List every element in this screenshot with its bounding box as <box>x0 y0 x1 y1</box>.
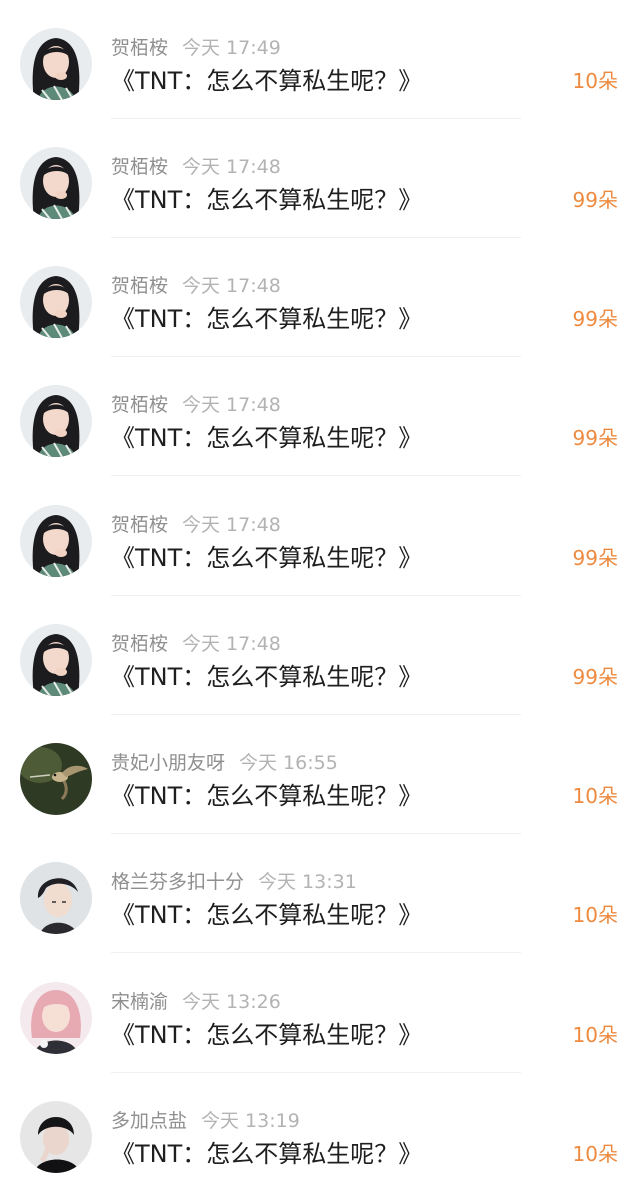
username[interactable]: 贺栢桉 <box>111 37 168 59</box>
comment-text: 《TNT：怎么不算私生呢？》 <box>111 186 423 214</box>
username[interactable]: 多加点盐 <box>111 1110 187 1132</box>
girl-avatar-icon <box>20 385 92 457</box>
avatar[interactable] <box>20 982 92 1054</box>
list-item[interactable]: 贺栢桉 今天 17:49 《TNT：怎么不算私生呢？》 10朵 <box>0 0 640 119</box>
username[interactable]: 格兰芬多扣十分 <box>111 871 244 893</box>
username[interactable]: 贺栢桉 <box>111 514 168 536</box>
divider <box>111 952 521 953</box>
list-item[interactable]: 贺栢桉 今天 17:48 《TNT：怎么不算私生呢？》 99朵 <box>0 357 640 476</box>
boy-dark-avatar-icon <box>20 1101 92 1173</box>
girl-avatar-icon <box>20 147 92 219</box>
boy-avatar-icon <box>20 862 92 934</box>
gift-count: 99朵 <box>572 307 618 331</box>
timestamp: 今天 13:26 <box>182 991 281 1013</box>
avatar[interactable] <box>20 28 92 100</box>
username[interactable]: 贺栢桉 <box>111 394 168 416</box>
list-item[interactable]: 贵妃小朋友呀 今天 16:55 《TNT：怎么不算私生呢？》 10朵 <box>0 715 640 834</box>
hummingbird-avatar-icon <box>20 743 92 815</box>
list-item[interactable]: 宋楠渝 今天 13:26 《TNT：怎么不算私生呢？》 10朵 <box>0 954 640 1073</box>
timestamp: 今天 17:48 <box>182 156 281 178</box>
pink-hair-avatar-icon <box>20 982 92 1054</box>
gift-count: 10朵 <box>572 69 618 93</box>
gift-count: 10朵 <box>572 1142 618 1166</box>
avatar[interactable] <box>20 1101 92 1173</box>
list-item[interactable]: 贺栢桉 今天 17:48 《TNT：怎么不算私生呢？》 99朵 <box>0 119 640 238</box>
list-item[interactable]: 贺栢桉 今天 17:48 《TNT：怎么不算私生呢？》 99朵 <box>0 596 640 715</box>
timestamp: 今天 17:49 <box>182 37 281 59</box>
gift-count: 10朵 <box>572 784 618 808</box>
comment-text: 《TNT：怎么不算私生呢？》 <box>111 901 423 929</box>
divider <box>111 475 521 476</box>
gift-count: 99朵 <box>572 188 618 212</box>
gift-count: 99朵 <box>572 426 618 450</box>
girl-avatar-icon <box>20 28 92 100</box>
comment-text: 《TNT：怎么不算私生呢？》 <box>111 67 423 95</box>
username[interactable]: 贺栢桉 <box>111 275 168 297</box>
username[interactable]: 宋楠渝 <box>111 991 168 1013</box>
avatar[interactable] <box>20 147 92 219</box>
timestamp: 今天 16:55 <box>239 752 338 774</box>
timestamp: 今天 17:48 <box>182 514 281 536</box>
gift-count: 99朵 <box>572 546 618 570</box>
gift-count: 10朵 <box>572 903 618 927</box>
username[interactable]: 贺栢桉 <box>111 156 168 178</box>
comment-text: 《TNT：怎么不算私生呢？》 <box>111 782 423 810</box>
timestamp: 今天 17:48 <box>182 275 281 297</box>
comment-text: 《TNT：怎么不算私生呢？》 <box>111 1021 423 1049</box>
timestamp: 今天 17:48 <box>182 633 281 655</box>
username[interactable]: 贺栢桉 <box>111 633 168 655</box>
list-item[interactable]: 贺栢桉 今天 17:48 《TNT：怎么不算私生呢？》 99朵 <box>0 238 640 357</box>
girl-avatar-icon <box>20 505 92 577</box>
avatar[interactable] <box>20 505 92 577</box>
girl-avatar-icon <box>20 624 92 696</box>
comment-text: 《TNT：怎么不算私生呢？》 <box>111 1140 423 1168</box>
avatar[interactable] <box>20 862 92 934</box>
avatar[interactable] <box>20 624 92 696</box>
username[interactable]: 贵妃小朋友呀 <box>111 752 225 774</box>
comment-text: 《TNT：怎么不算私生呢？》 <box>111 544 423 572</box>
comment-text: 《TNT：怎么不算私生呢？》 <box>111 305 423 333</box>
gift-count: 10朵 <box>572 1023 618 1047</box>
list-item[interactable]: 多加点盐 今天 13:19 《TNT：怎么不算私生呢？》 10朵 <box>0 1073 640 1192</box>
timestamp: 今天 13:19 <box>201 1110 300 1132</box>
list-item[interactable]: 贺栢桉 今天 17:48 《TNT：怎么不算私生呢？》 99朵 <box>0 477 640 596</box>
gift-count: 99朵 <box>572 665 618 689</box>
girl-avatar-icon <box>20 266 92 338</box>
avatar[interactable] <box>20 266 92 338</box>
timestamp: 今天 17:48 <box>182 394 281 416</box>
comment-text: 《TNT：怎么不算私生呢？》 <box>111 424 423 452</box>
avatar[interactable] <box>20 743 92 815</box>
avatar[interactable] <box>20 385 92 457</box>
comment-text: 《TNT：怎么不算私生呢？》 <box>111 663 423 691</box>
timestamp: 今天 13:31 <box>258 871 357 893</box>
list-item[interactable]: 格兰芬多扣十分 今天 13:31 《TNT：怎么不算私生呢？》 10朵 <box>0 834 640 953</box>
